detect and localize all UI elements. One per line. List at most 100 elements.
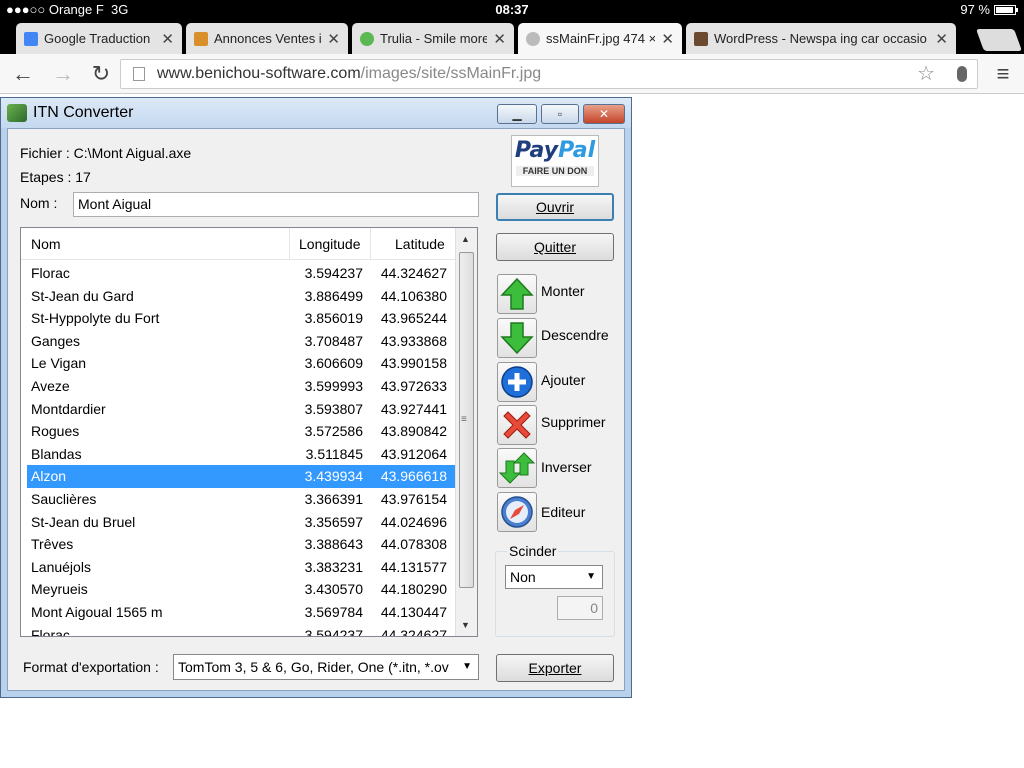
table-row[interactable]: Alzon 3.439934 43.966618 <box>27 465 455 488</box>
table-row[interactable]: Le Vigan 3.606609 43.990158 <box>27 352 455 375</box>
add-button[interactable] <box>497 362 537 402</box>
forward-icon[interactable]: → <box>50 61 76 87</box>
export-format-value: TomTom 3, 5 & 6, Go, Rider, One (*.itn, … <box>178 659 449 675</box>
microphone-icon[interactable] <box>957 66 967 82</box>
cell-name: Trêves <box>31 536 74 553</box>
delete-label: Supprimer <box>541 414 606 430</box>
cell-name: St-Jean du Gard <box>31 287 134 304</box>
reload-icon[interactable]: ↻ <box>88 61 114 87</box>
move-up-button[interactable] <box>497 274 537 314</box>
column-header-latitude[interactable]: Latitude <box>395 236 445 252</box>
table-row[interactable]: Florac 3.594237 44.324627 <box>27 262 455 285</box>
plus-icon <box>501 366 533 398</box>
column-header-name[interactable]: Nom <box>31 236 61 252</box>
cell-longitude: 3.606609 <box>304 355 363 372</box>
tab-title: Trulia - Smile more <box>380 31 488 46</box>
tab-title: Google Traduction <box>44 31 151 46</box>
cube-icon <box>194 31 208 46</box>
table-row[interactable]: Mont Aigoual 1565 m 3.569784 44.130447 <box>27 601 455 624</box>
scroll-down-arrow-icon[interactable]: ▼ <box>461 620 470 630</box>
table-row[interactable]: St-Jean du Bruel 3.356597 44.024696 <box>27 511 455 534</box>
move-down-button[interactable] <box>497 318 537 358</box>
table-row[interactable]: Lanuéjols 3.383231 44.131577 <box>27 556 455 579</box>
close-window-button[interactable]: ✕ <box>583 104 625 124</box>
close-tab-icon[interactable]: ✕ <box>935 30 948 48</box>
tab-google-traduction[interactable]: Google Traduction ✕ <box>16 23 182 54</box>
maximize-button[interactable]: ▫ <box>541 104 579 124</box>
cell-name: Florac <box>31 265 70 281</box>
list-header: Nom Longitude Latitude <box>21 228 455 260</box>
close-tab-icon[interactable]: ✕ <box>161 30 174 48</box>
quit-button[interactable]: Quitter <box>496 233 614 261</box>
cell-name: Le Vigan <box>31 355 87 372</box>
split-select-value: Non <box>510 569 536 585</box>
cell-name: Rogues <box>31 423 80 440</box>
tab-trulia[interactable]: Trulia - Smile more ✕ <box>352 23 514 54</box>
cell-name: Montdardier <box>31 400 106 417</box>
chevron-down-icon: ▼ <box>586 571 596 582</box>
move-down-label: Descendre <box>541 327 609 343</box>
table-row[interactable]: Rogues 3.572586 43.890842 <box>27 420 455 443</box>
map-pin-icon <box>360 31 374 46</box>
browser-toolbar: ← → ↻ www.benichou-software.com/images/s… <box>0 54 1024 94</box>
cell-longitude: 3.599993 <box>304 377 363 394</box>
star-icon[interactable]: ☆ <box>917 60 935 88</box>
tab-ssmainfr[interactable]: ssMainFr.jpg 474 × ✕ <box>518 23 682 54</box>
scroll-grip-icon: ≡ <box>461 414 467 425</box>
split-value-input[interactable]: 0 <box>557 596 603 620</box>
cell-latitude: 43.890842 <box>380 423 447 440</box>
tab-title: WordPress - Newspa ing car occasio <box>714 31 927 46</box>
cell-name: Ganges <box>31 332 81 349</box>
close-tab-icon[interactable]: ✕ <box>327 30 340 48</box>
cell-longitude: 3.594237 <box>304 626 363 637</box>
table-row[interactable]: Aveze 3.599993 43.972633 <box>27 375 455 398</box>
back-icon[interactable]: ← <box>10 61 36 87</box>
close-tab-icon[interactable]: ✕ <box>493 30 506 48</box>
tab-title: Annonces Ventes im <box>214 31 322 46</box>
tab-annonces[interactable]: Annonces Ventes im ✕ <box>186 23 348 54</box>
split-select[interactable]: Non ▼ <box>505 565 603 589</box>
paypal-donate-button[interactable]: PayPal FAIRE UN DON <box>511 135 599 187</box>
down-arrow-icon <box>500 322 534 355</box>
split-group-label: Scinder <box>507 543 559 559</box>
minimize-button[interactable]: ▁ <box>497 104 537 124</box>
table-row[interactable]: St-Jean du Gard 3.886499 44.106380 <box>27 285 455 308</box>
cell-longitude: 3.511845 <box>305 445 363 462</box>
delete-button[interactable] <box>497 405 537 445</box>
table-row[interactable]: Blandas 3.511845 43.912064 <box>27 443 455 466</box>
editor-button[interactable] <box>497 492 537 532</box>
cell-name: Sauclières <box>31 490 97 507</box>
cell-longitude: 3.383231 <box>304 558 363 575</box>
list-scrollbar[interactable]: ▲ ≡ ▼ <box>455 228 477 636</box>
table-row[interactable]: Ganges 3.708487 43.933868 <box>27 330 455 353</box>
table-row[interactable]: Montdardier 3.593807 43.927441 <box>27 398 455 421</box>
export-format-select[interactable]: TomTom 3, 5 & 6, Go, Rider, One (*.itn, … <box>173 654 479 680</box>
name-input[interactable]: Mont Aigual <box>73 192 479 217</box>
cell-latitude: 44.024696 <box>380 513 447 530</box>
cell-longitude: 3.886499 <box>304 287 363 304</box>
paypal-donate-label: FAIRE UN DON <box>516 166 594 176</box>
title-bar: ITN Converter ▁ ▫ ✕ <box>1 98 631 128</box>
menu-icon[interactable]: ≡ <box>990 61 1016 87</box>
address-bar[interactable]: www.benichou-software.com/images/site/ss… <box>120 59 978 89</box>
scroll-up-arrow-icon[interactable]: ▲ <box>461 234 470 244</box>
tab-title: ssMainFr.jpg 474 × <box>546 31 656 46</box>
tab-wordpress[interactable]: WordPress - Newspa ing car occasio ✕ <box>686 23 956 54</box>
cell-latitude: 44.324627 <box>380 265 447 281</box>
table-row[interactable]: Trêves 3.388643 44.078308 <box>27 533 455 556</box>
export-button[interactable]: Exporter <box>496 654 614 682</box>
table-row[interactable]: St-Hyppolyte du Fort 3.856019 43.965244 <box>27 307 455 330</box>
google-translate-icon <box>24 31 38 46</box>
table-row[interactable]: Meyrueis 3.430570 44.180290 <box>27 578 455 601</box>
reverse-button[interactable] <box>497 448 537 488</box>
column-header-longitude[interactable]: Longitude <box>299 236 361 252</box>
url-path: /images/site/ssMainFr.jpg <box>360 65 542 82</box>
compass-icon <box>501 496 533 528</box>
close-tab-icon[interactable]: ✕ <box>661 30 674 48</box>
waypoint-list[interactable]: Nom Longitude Latitude Florac 3.594237 44.… <box>20 227 478 637</box>
new-tab-button[interactable] <box>975 29 1023 51</box>
table-row[interactable]: Sauclières 3.366391 43.976154 <box>27 488 455 511</box>
open-button[interactable]: Ouvrir <box>496 193 614 221</box>
table-row[interactable]: Florac 3.594237 44.324627 <box>27 624 455 637</box>
cell-longitude: 3.708487 <box>304 332 363 349</box>
